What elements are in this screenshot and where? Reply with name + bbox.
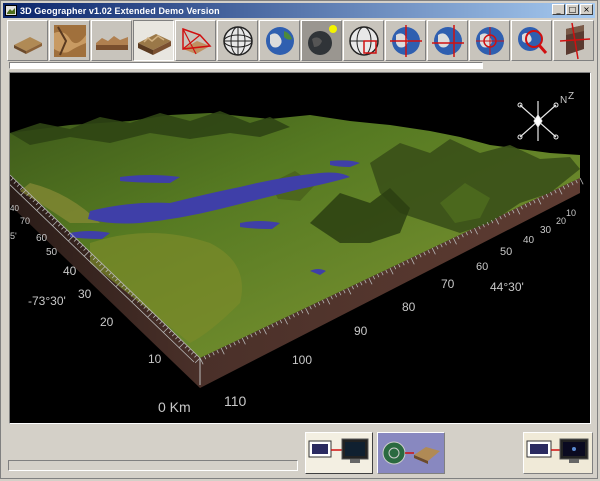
right-scale-label: 80: [402, 300, 416, 314]
toolbar-button-earth-globe[interactable]: [259, 20, 300, 61]
sun-light-globe-icon: [302, 21, 341, 60]
right-scale-label: 30: [540, 225, 552, 236]
globe-position-icon: [432, 25, 464, 57]
right-scale-label: 100: [292, 353, 312, 367]
right-scale-label: 70: [441, 277, 455, 291]
right-scale-label: 90: [354, 324, 368, 338]
right-scale-label: 60: [476, 261, 488, 273]
title-bar[interactable]: 3D Geographer v1.02 Extended Demo Versio…: [3, 3, 595, 18]
map-to-screen-icon: [308, 438, 369, 463]
right-scale-label: 20: [556, 216, 566, 226]
right-scale-label: 110: [224, 393, 247, 409]
toolbar-button-globe-crosshair[interactable]: [385, 20, 426, 61]
terrain-profile-icon: [96, 36, 128, 50]
latitude-label: 44°30': [490, 280, 524, 294]
toolbar-button-sun-light-globe[interactable]: [301, 20, 342, 61]
app-icon: [5, 5, 17, 16]
toolbar-button-globe-zoom[interactable]: [511, 20, 552, 61]
right-scale-label: 10: [566, 208, 576, 218]
globe-grid-icon: [223, 26, 253, 56]
perspective-frame-icon: [182, 27, 212, 55]
left-scale-label: 20: [100, 315, 114, 329]
toolbar-button-globe-target[interactable]: [469, 20, 510, 61]
left-scale-label: 70: [20, 216, 30, 226]
status-bar: [8, 460, 298, 471]
minute-mark: 5': [10, 231, 17, 241]
longitude-label: -73°30': [28, 294, 66, 308]
view-mode-button-screen-compare[interactable]: [523, 432, 593, 474]
left-scale-label: 60: [36, 233, 48, 244]
compass-rose-icon: N Z: [517, 91, 574, 141]
toolbar-button-terrain-profile[interactable]: [91, 20, 132, 61]
toolbar-button-globe-grid[interactable]: [217, 20, 258, 61]
relief-map-icon: [54, 25, 86, 57]
globe-to-map-icon: [378, 433, 444, 473]
maximize-button[interactable]: □: [566, 4, 579, 15]
toolbar-button-flat-terrain[interactable]: [7, 20, 48, 61]
toolbar-button-3d-block[interactable]: [133, 20, 174, 61]
left-scale-label: 50: [46, 247, 58, 258]
progress-bar: [9, 62, 483, 69]
toolbar-button-perspective-frame[interactable]: [175, 20, 216, 61]
left-scale-label: 40: [63, 264, 77, 278]
screen-compare-icon: [526, 438, 589, 463]
view-mode-button-map-to-screen[interactable]: [305, 432, 373, 474]
minimize-button[interactable]: _: [552, 4, 565, 15]
right-scale-label: 50: [500, 246, 512, 258]
terrain-3d-view[interactable]: 10 20 30 40 50 60 70 40 5' -73°30' 0 Km …: [9, 72, 591, 424]
right-scale-label: 40: [523, 235, 535, 246]
globe-selection-icon: [349, 26, 379, 56]
rotate-block-icon: [559, 22, 591, 60]
toolbar-button-globe-position[interactable]: [427, 20, 468, 61]
globe-zoom-icon: [518, 27, 548, 54]
flat-terrain-icon: [14, 37, 42, 54]
terrain-block-diagram: 10 20 30 40 50 60 70 40 5' -73°30' 0 Km …: [10, 91, 584, 415]
globe-target-icon: [476, 27, 504, 55]
view-mode-button-globe-to-map[interactable]: [377, 432, 445, 474]
globe-crosshair-icon: [390, 25, 422, 57]
left-scale-label: 10: [148, 352, 162, 366]
north-label: N: [560, 95, 567, 106]
toolbar: [7, 20, 595, 62]
close-button[interactable]: ×: [580, 4, 593, 15]
z-axis-label: Z: [568, 91, 574, 102]
app-window: 3D Geographer v1.02 Extended Demo Versio…: [0, 0, 598, 479]
left-scale-label: 40: [10, 204, 19, 213]
origin-label: 0 Km: [158, 399, 191, 415]
toolbar-button-relief-map[interactable]: [49, 20, 90, 61]
scale-tick: [579, 177, 584, 185]
toolbar-button-globe-selection[interactable]: [343, 20, 384, 61]
left-scale-label: 30: [78, 287, 92, 301]
earth-globe-icon: [266, 27, 294, 55]
window-title: 3D Geographer v1.02 Extended Demo Versio…: [20, 5, 220, 16]
toolbar-button-rotate-block[interactable]: [553, 20, 594, 61]
3d-block-icon: [138, 34, 171, 55]
